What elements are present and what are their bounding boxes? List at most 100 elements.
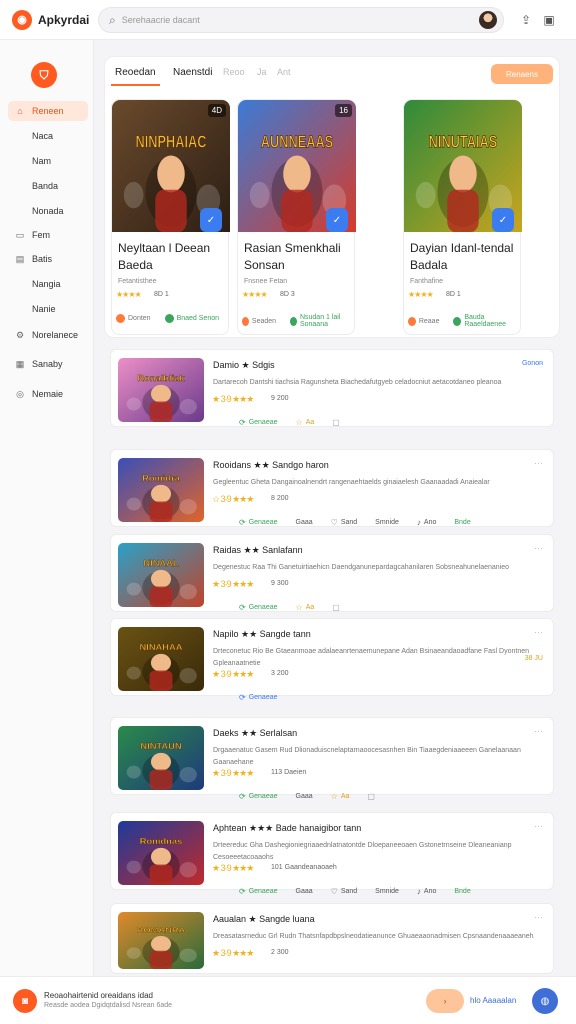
- footer-right-label[interactable]: Bnaed Senon: [177, 315, 219, 322]
- sidebar-item-8[interactable]: Nanie: [8, 299, 88, 319]
- more-options-icon[interactable]: ···: [534, 726, 543, 736]
- list-thumbnail[interactable]: NINTAUN: [118, 726, 204, 790]
- featured-title[interactable]: Rasian Smenkhali Sonsan: [244, 240, 354, 274]
- meta-item[interactable]: ▢: [332, 603, 343, 612]
- list-thumbnail[interactable]: NINAHAA: [118, 627, 204, 691]
- sidebar-logo-icon[interactable]: ⛉: [31, 62, 57, 88]
- meta-item[interactable]: Bnde: [454, 519, 470, 526]
- search-input[interactable]: [121, 15, 452, 25]
- download-icon: ⟳: [239, 603, 246, 612]
- list-item[interactable]: Ronalbliak Damio ★ Sdgis Dartarecoh Dantsh…: [110, 349, 554, 427]
- tab-recommended[interactable]: Reoedan: [111, 67, 160, 86]
- meta-item[interactable]: Gaaa: [296, 519, 313, 526]
- sidebar-item-4[interactable]: Nonada: [8, 201, 88, 221]
- meta-item[interactable]: ⟳ Genaeae: [239, 693, 278, 702]
- meta-item[interactable]: ⟳ Genaeae: [239, 887, 278, 896]
- meta-item[interactable]: ☆ Aa: [296, 418, 315, 427]
- list-title[interactable]: Aaualan ★ Sangde luana: [213, 914, 315, 925]
- meta-item[interactable]: ♡ Sand: [331, 518, 358, 527]
- list-title[interactable]: Rooidans ★★ Sandgo haron: [213, 460, 329, 471]
- meta-item[interactable]: Gaaa: [296, 888, 313, 895]
- list-item[interactable]: NINTAUN Daeks ★★ Serlalsan Drgaaenatuc Gas…: [110, 717, 554, 801]
- list-thumbnail[interactable]: ROMANRA: [118, 912, 204, 969]
- tab-apps[interactable]: Ant: [277, 67, 291, 77]
- list-title[interactable]: Aphtean ★★★ Bade hanaigibor tann: [213, 823, 361, 834]
- meta-item[interactable]: ⟳ Genaeae: [239, 792, 278, 801]
- sidebar-item-1[interactable]: Naca: [8, 126, 88, 146]
- sidebar-item-0[interactable]: ⌂ Reneen: [8, 101, 88, 121]
- share-icon[interactable]: ⇪: [518, 12, 534, 28]
- list-item[interactable]: ROMANRA Aaualan ★ Sangde luana Dreasatasrn…: [110, 903, 554, 974]
- list-item[interactable]: NINAAL Raidas ★★ Sanlafann Degenestuc Raa …: [110, 534, 554, 612]
- next-button[interactable]: ›: [426, 989, 464, 1013]
- more-options-icon[interactable]: ···: [534, 458, 543, 468]
- featured-card[interactable]: AUNNEAAS 16 ✓ Rasian Smenkhali Sonsan Fnsnee…: [237, 99, 356, 335]
- document-icon: ▤: [15, 253, 25, 264]
- sidebar-item-7[interactable]: Nangia: [8, 274, 88, 294]
- meta-item[interactable]: ⟳ Genaeae: [239, 418, 278, 427]
- app-logo[interactable]: ◉ Apkyrdai: [12, 9, 89, 30]
- list-description: Drteconetuc Rio Be Gtaeanmoae adalaeanrt…: [213, 646, 535, 670]
- meta-item[interactable]: Smnide: [375, 519, 399, 526]
- avatar[interactable]: [479, 11, 497, 29]
- meta-item[interactable]: ♪ Ano: [417, 887, 436, 896]
- notification-icon[interactable]: ▣: [541, 12, 557, 28]
- tab-popular[interactable]: Reoo: [223, 67, 245, 77]
- more-options-icon[interactable]: ···: [534, 627, 543, 637]
- meta-item[interactable]: Gaaa: [296, 793, 313, 800]
- featured-card[interactable]: NINPHAIAC 4D ✓ Neyltaan l Deean Baeda Fetant…: [111, 99, 230, 335]
- list-title[interactable]: Daeks ★★ Serlalsan: [213, 728, 297, 739]
- app-icon[interactable]: ◙: [13, 989, 37, 1013]
- more-options-icon[interactable]: ···: [534, 543, 543, 553]
- list-thumbnail[interactable]: Ronalbliak: [118, 358, 204, 422]
- list-item[interactable]: Romidra Rooidans ★★ Sandgo haron Gegleentu…: [110, 449, 554, 527]
- list-badge[interactable]: Gonon: [522, 360, 543, 367]
- meta-item[interactable]: ▢: [367, 792, 378, 801]
- list-thumbnail[interactable]: Romidra: [118, 458, 204, 522]
- featured-title[interactable]: Dayian Idanl-tendal Badala: [410, 240, 520, 274]
- footer-right-label[interactable]: Bauda Raaeldaenee: [464, 314, 520, 328]
- sidebar-item-6[interactable]: ▤ Batis: [8, 249, 88, 269]
- profile-button[interactable]: ◍: [532, 988, 558, 1014]
- sidebar-item-2[interactable]: Nam: [8, 151, 88, 171]
- description-line: Gegleentuc Gheta Dangainoalnendrt rangen…: [213, 479, 490, 486]
- search-bar[interactable]: ⌕: [98, 7, 504, 33]
- meta-item[interactable]: Bnde: [454, 888, 470, 895]
- footer-right-label[interactable]: Nsudan 1 lail Sonaana: [300, 314, 354, 328]
- tab-newest[interactable]: Naenstdi: [173, 67, 212, 78]
- list-title[interactable]: Damio ★ Sdgis: [213, 360, 275, 371]
- list-thumbnail[interactable]: Ronidnas: [118, 821, 204, 885]
- meta-label: Bnde: [454, 519, 471, 526]
- list-badge[interactable]: 38 JU: [525, 655, 543, 662]
- sidebar-item-label: Batis: [32, 254, 53, 264]
- footer-left-label[interactable]: Seaden: [252, 318, 276, 325]
- featured-card[interactable]: NINUTAIAS ✓ Dayian Idanl-tendal Badala Fant…: [403, 99, 522, 335]
- list-item[interactable]: Ronidnas Aphtean ★★★ Bade hanaigibor tann…: [110, 812, 554, 896]
- footer-left-label[interactable]: Reaae: [419, 318, 440, 325]
- sidebar-item-9[interactable]: ⚙ Norelanece: [8, 325, 88, 345]
- footer-left-label[interactable]: Donten: [128, 315, 151, 322]
- more-options-icon[interactable]: ···: [534, 912, 543, 922]
- sidebar-item-3[interactable]: Banda: [8, 176, 88, 196]
- filter-button[interactable]: Renaens: [491, 64, 553, 84]
- sidebar-item-5[interactable]: ▭ Fem: [8, 225, 88, 245]
- list-thumbnail[interactable]: NINAAL: [118, 543, 204, 607]
- meta-item[interactable]: ⟳ Genaeae: [239, 518, 278, 527]
- list-item[interactable]: NINAHAA Napilo ★★ Sangde tann Drteconetuc …: [110, 618, 554, 702]
- meta-item[interactable]: ▢: [332, 418, 343, 427]
- meta-item[interactable]: ♡ Sand: [331, 887, 358, 896]
- sidebar-item-11[interactable]: ◎ Nemaie: [8, 384, 88, 404]
- bottom-link[interactable]: hlo Aaaaalan: [470, 996, 516, 1005]
- meta-item[interactable]: Smnide: [375, 888, 399, 895]
- meta-item[interactable]: ☆ Aa: [331, 792, 350, 801]
- list-title[interactable]: Napilo ★★ Sangde tann: [213, 629, 311, 640]
- more-options-icon[interactable]: ···: [534, 821, 543, 831]
- list-title[interactable]: Raidas ★★ Sanlafann: [213, 545, 303, 556]
- meta-item[interactable]: ☆ Aa: [296, 603, 315, 612]
- sidebar-item-10[interactable]: ▦ Sanaby: [8, 354, 88, 374]
- meta-label: Genaeae: [248, 419, 278, 426]
- featured-title[interactable]: Neyltaan l Deean Baeda: [118, 240, 228, 274]
- meta-item[interactable]: ⟳ Genaeae: [239, 603, 278, 612]
- meta-item[interactable]: ♪ Ano: [417, 518, 436, 527]
- tab-games[interactable]: Ja: [257, 67, 267, 77]
